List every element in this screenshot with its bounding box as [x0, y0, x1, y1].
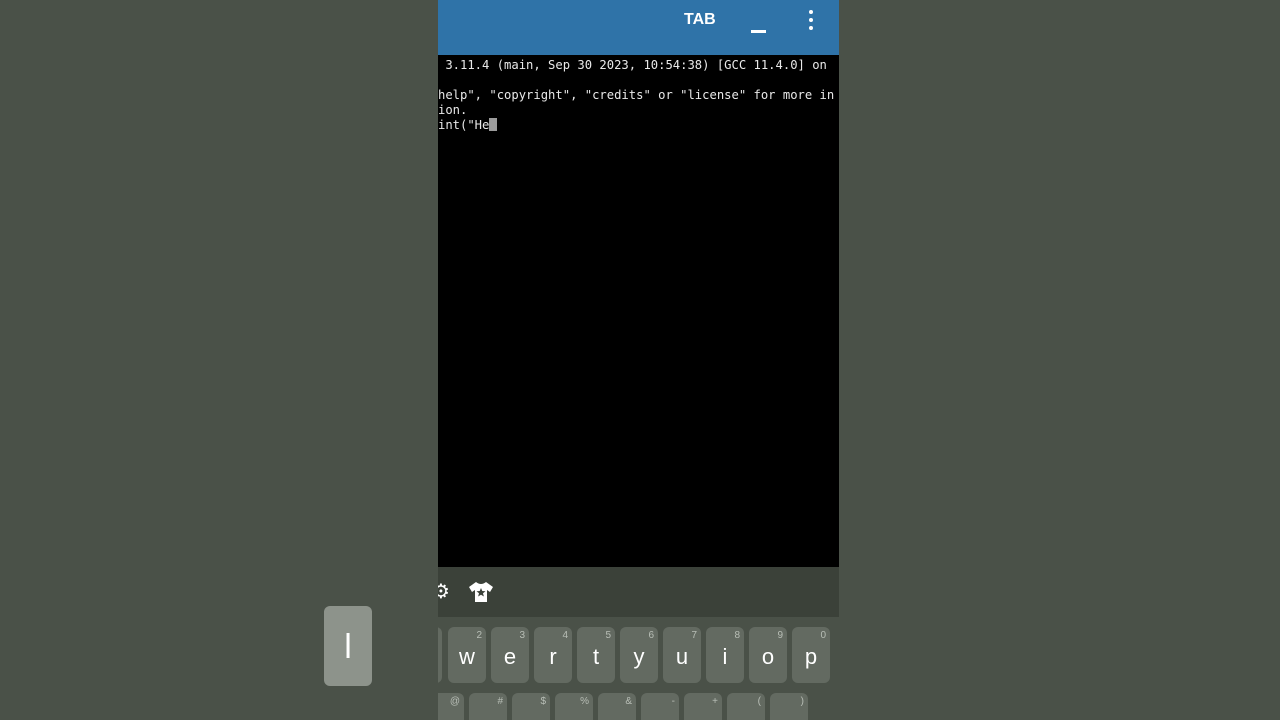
- soft-keyboard: 2 w 3 e 4 r 5 t 6 y 7 u 8 i 9 o 0 p @ # $% & - +(): [438, 617, 839, 720]
- keyboard-key-row2[interactable]: %: [555, 693, 593, 720]
- minimize-icon[interactable]: [751, 30, 766, 33]
- key-hint: %: [580, 696, 589, 707]
- key-hint: 5: [605, 630, 611, 641]
- keyboard-key-e[interactable]: 3e: [491, 627, 529, 683]
- key-hint: 3: [519, 630, 525, 641]
- key-hint: -: [671, 696, 675, 707]
- key-hint: 7: [691, 630, 697, 641]
- keyboard-toolbar: ⚙: [438, 567, 839, 617]
- key-hint: $: [540, 696, 546, 707]
- terminal-line: ion.: [438, 103, 468, 117]
- keyboard-key-row2[interactable]: @: [438, 693, 464, 720]
- key-label: y: [633, 644, 645, 669]
- phone-screen: TAB 3.11.4 (main, Sep 30 2023, 10:54:38)…: [438, 0, 839, 720]
- key-label: u: [675, 644, 689, 669]
- keyboard-key-row2[interactable]: -: [641, 693, 679, 720]
- tab-button[interactable]: TAB: [684, 11, 716, 29]
- key-label: e: [503, 644, 517, 669]
- keyboard-key-y[interactable]: 6y: [620, 627, 658, 683]
- terminal-input-line[interactable]: int("He: [438, 118, 498, 133]
- keyboard-key-o[interactable]: 9o: [749, 627, 787, 683]
- key-hint: (: [757, 696, 761, 707]
- key-hint: 0: [820, 630, 826, 641]
- terminal-input-text: int("He: [438, 118, 490, 132]
- key-preview-popup: l: [324, 606, 372, 686]
- key-hint: 9: [777, 630, 783, 641]
- keyboard-key-row2[interactable]: ): [770, 693, 808, 720]
- terminal-line: 3.11.4 (main, Sep 30 2023, 10:54:38) [GC…: [438, 58, 827, 72]
- key-hint: +: [712, 696, 718, 707]
- key-label: p: [804, 644, 818, 669]
- key-hint: ): [800, 696, 804, 707]
- terminal-output[interactable]: 3.11.4 (main, Sep 30 2023, 10:54:38) [GC…: [438, 57, 839, 565]
- key-hint: @: [449, 696, 460, 707]
- shirt-theme-icon[interactable]: [468, 580, 494, 604]
- keyboard-key-row2[interactable]: &: [598, 693, 636, 720]
- key-label: i: [722, 644, 728, 669]
- key-label: o: [761, 644, 775, 669]
- key-preview-label: l: [344, 628, 352, 666]
- keyboard-key-u[interactable]: 7u: [663, 627, 701, 683]
- key-hint: 6: [648, 630, 654, 641]
- keyboard-key-row2[interactable]: #: [469, 693, 507, 720]
- keyboard-key-row2[interactable]: $: [512, 693, 550, 720]
- key-hint: 4: [562, 630, 568, 641]
- keyboard-key-i[interactable]: 8i: [706, 627, 744, 683]
- keyboard-key-t[interactable]: 5t: [577, 627, 615, 683]
- terminal-line: help", "copyright", "credits" or "licens…: [438, 88, 835, 102]
- app-bar: TAB: [438, 0, 839, 55]
- keyboard-key-partial[interactable]: [438, 627, 442, 683]
- text-cursor: [489, 118, 498, 131]
- key-hint: #: [497, 696, 503, 707]
- keyboard-key-row2[interactable]: (: [727, 693, 765, 720]
- keyboard-key-r[interactable]: 4r: [534, 627, 572, 683]
- key-hint: 8: [734, 630, 740, 641]
- key-hint: &: [625, 696, 632, 707]
- keyboard-key-p[interactable]: 0p: [792, 627, 830, 683]
- keyboard-key-w[interactable]: 2w: [448, 627, 486, 683]
- keyboard-key-row2[interactable]: +: [684, 693, 722, 720]
- key-label: t: [592, 644, 600, 669]
- settings-icon[interactable]: ⚙: [438, 579, 450, 603]
- key-hint: 2: [476, 630, 482, 641]
- more-vert-icon[interactable]: [807, 10, 815, 32]
- key-label: r: [549, 644, 557, 669]
- key-label: w: [459, 644, 475, 669]
